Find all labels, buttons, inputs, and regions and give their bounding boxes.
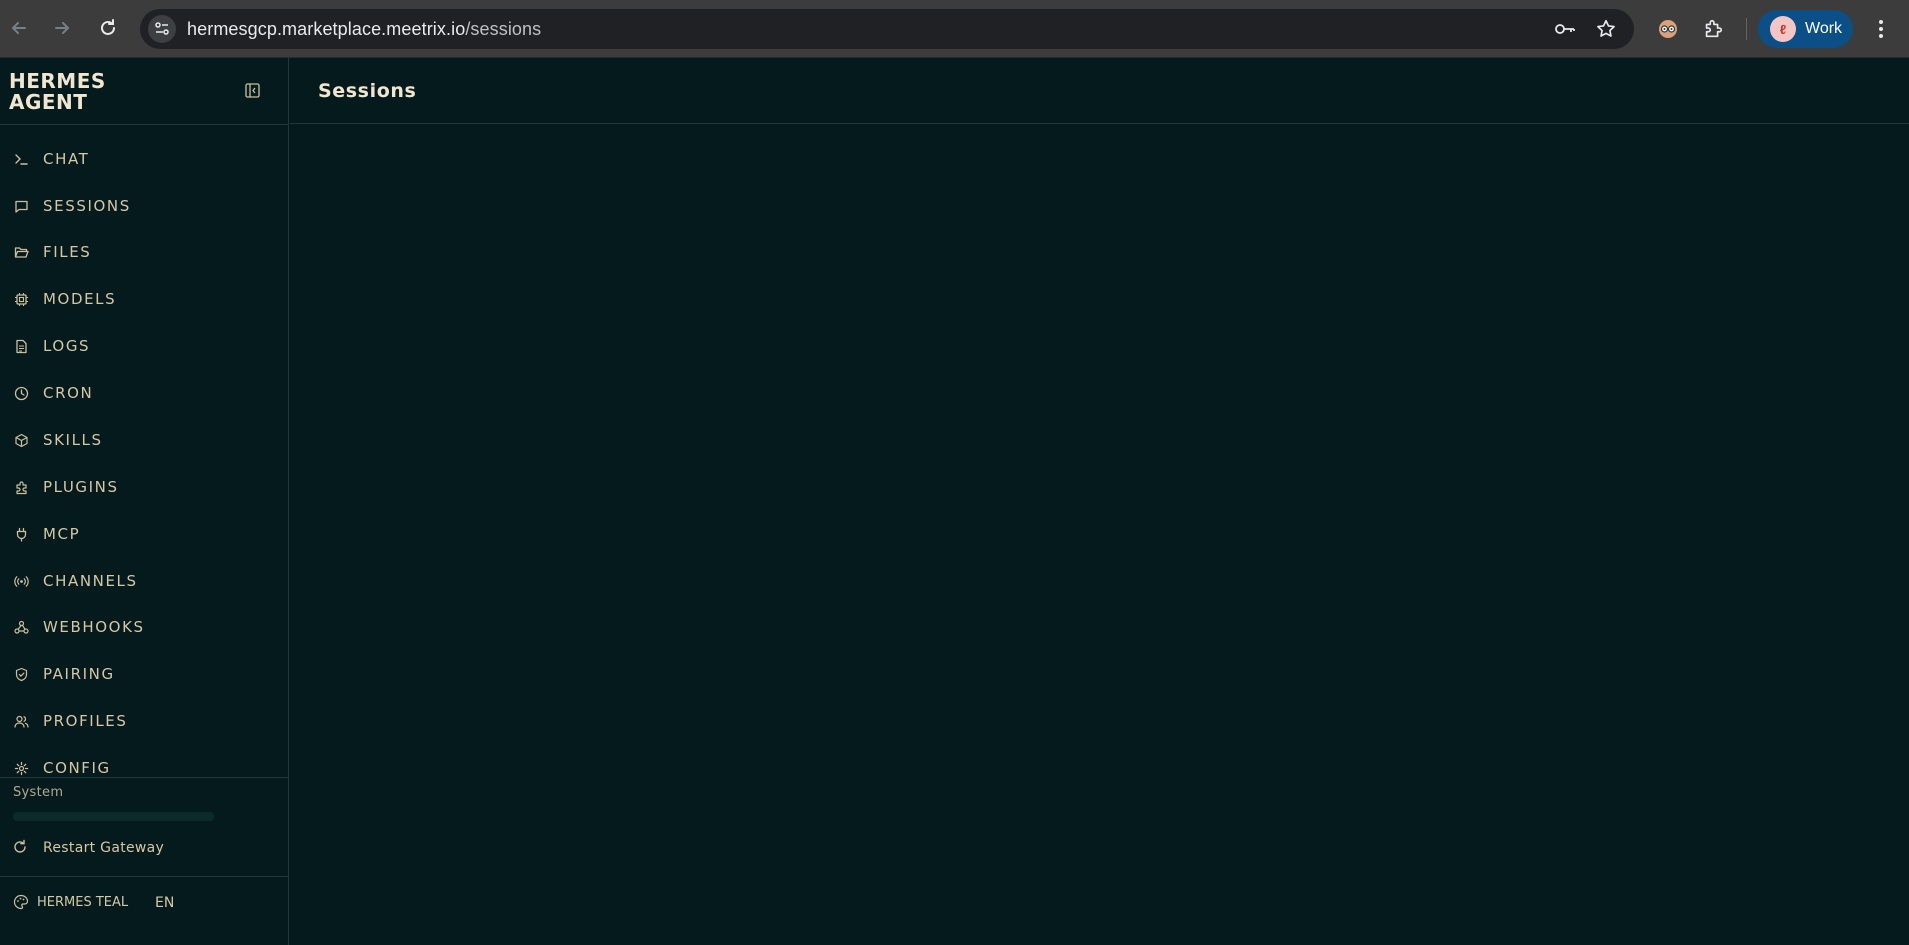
- bookmark-button[interactable]: [1594, 17, 1618, 41]
- sidebar-item-label: SESSIONS: [43, 197, 131, 215]
- page-title: Sessions: [318, 80, 417, 102]
- sidebar-item-label: CONFIG: [43, 759, 111, 777]
- language-switcher[interactable]: EN: [155, 895, 174, 911]
- incognito-mascot-icon: [1659, 20, 1677, 38]
- extensions-button[interactable]: [1697, 13, 1729, 45]
- arrow-left-icon: [11, 22, 26, 34]
- plug-icon: [12, 525, 30, 543]
- sidebar-item-config[interactable]: CONFIG: [0, 750, 289, 778]
- sidebar-item-label: CHANNELS: [43, 572, 138, 590]
- sidebar-item-profiles[interactable]: PROFILES: [0, 703, 289, 739]
- sidebar-item-label: CRON: [43, 384, 94, 402]
- sidebar-item-logs[interactable]: LOGS: [0, 328, 289, 364]
- reload-button[interactable]: [92, 12, 124, 44]
- sidebar-item-label: SKILLS: [43, 431, 103, 449]
- page-header: Sessions: [290, 58, 1909, 124]
- divider: [0, 876, 289, 877]
- brand-line-2: AGENT: [9, 90, 88, 114]
- sidebar-item-label: WEBHOOKS: [43, 618, 145, 636]
- browser-toolbar: hermesgcp.marketplace.meetrix.io/session…: [0, 0, 1909, 58]
- cpu-icon: [12, 290, 30, 308]
- forward-button[interactable]: [46, 12, 78, 44]
- sidebar-item-mcp[interactable]: MCP: [0, 516, 289, 552]
- sidebar-item-cron[interactable]: CRON: [0, 375, 289, 411]
- kebab-menu-icon: [1879, 20, 1883, 38]
- collapse-sidebar-button[interactable]: [243, 81, 261, 99]
- message-square-icon: [12, 197, 30, 215]
- profile-button[interactable]: ℓ Work: [1758, 10, 1853, 48]
- file-text-icon: [12, 337, 30, 355]
- avatar: ℓ: [1770, 16, 1796, 42]
- sidebar-item-plugins[interactable]: PLUGINS: [0, 469, 289, 505]
- sidebar-item-label: MODELS: [43, 290, 117, 308]
- restart-gateway-label: Restart Gateway: [43, 840, 165, 856]
- tune-icon: [155, 22, 169, 35]
- sidebar-item-label: LOGS: [43, 337, 91, 355]
- reload-icon: [101, 19, 115, 35]
- brand-line-1: HERMES: [9, 69, 106, 93]
- folder-open-icon: [12, 243, 30, 261]
- sidebar-item-label: PLUGINS: [43, 478, 119, 496]
- puzzle-icon: [12, 478, 30, 496]
- webhook-icon: [12, 618, 30, 636]
- clock-icon: [12, 384, 30, 402]
- users-icon: [12, 712, 30, 730]
- arrow-right-icon: [55, 22, 70, 34]
- panel-collapse-icon: [244, 82, 260, 98]
- extension-avatar-button[interactable]: [1652, 13, 1684, 45]
- system-section-label: System: [13, 785, 64, 800]
- profile-label: Work: [1805, 20, 1843, 37]
- toolbar-separator: [1746, 18, 1747, 40]
- brand-logo: HERMES AGENT: [9, 71, 106, 113]
- sidebar-item-sessions[interactable]: SESSIONS: [0, 188, 289, 224]
- radio-icon: [12, 572, 30, 590]
- sidebar-item-webhooks[interactable]: WEBHOOKS: [0, 609, 289, 645]
- sidebar-item-models[interactable]: MODELS: [0, 281, 289, 317]
- sidebar-item-label: FILES: [43, 243, 92, 261]
- puzzle-piece-icon: [1705, 19, 1723, 38]
- sidebar-nav: CHAT SESSIONS FILES MODELS LOGS CRON SKI…: [0, 141, 289, 778]
- sidebar-item-chat[interactable]: CHAT: [0, 141, 289, 177]
- url-text: hermesgcp.marketplace.meetrix.io/session…: [187, 19, 542, 39]
- gear-icon: [12, 759, 30, 777]
- sidebar-item-label: CHAT: [43, 150, 90, 168]
- divider: [0, 777, 289, 778]
- palette-icon: [13, 894, 29, 910]
- sidebar-item-label: PROFILES: [43, 712, 128, 730]
- site-info-button[interactable]: [148, 15, 176, 43]
- sidebar-item-files[interactable]: FILES: [0, 234, 289, 270]
- back-button[interactable]: [3, 12, 35, 44]
- sidebar: HERMES AGENT CHAT SESSIONS FILES MODELS …: [0, 58, 289, 945]
- sidebar-item-label: PAIRING: [43, 665, 115, 683]
- star-icon: [1597, 19, 1615, 37]
- address-bar[interactable]: hermesgcp.marketplace.meetrix.io/session…: [140, 9, 1634, 49]
- restart-gateway-button[interactable]: Restart Gateway: [0, 834, 289, 862]
- password-key-button[interactable]: [1553, 17, 1577, 41]
- theme-switcher[interactable]: HERMES TEAL: [0, 890, 145, 916]
- terminal-icon: [12, 150, 30, 168]
- theme-label: HERMES TEAL: [37, 895, 129, 910]
- main-content: Sessions: [290, 58, 1909, 945]
- sidebar-item-pairing[interactable]: PAIRING: [0, 656, 289, 692]
- package-icon: [12, 431, 30, 449]
- sidebar-item-skills[interactable]: SKILLS: [0, 422, 289, 458]
- sidebar-item-label: MCP: [43, 525, 81, 543]
- system-status-bar: [13, 812, 214, 821]
- shield-check-icon: [12, 665, 30, 683]
- divider: [0, 124, 289, 125]
- refresh-icon: [12, 839, 29, 856]
- sidebar-item-channels[interactable]: CHANNELS: [0, 563, 289, 599]
- key-icon: [1555, 24, 1575, 34]
- browser-menu-button[interactable]: [1865, 13, 1897, 45]
